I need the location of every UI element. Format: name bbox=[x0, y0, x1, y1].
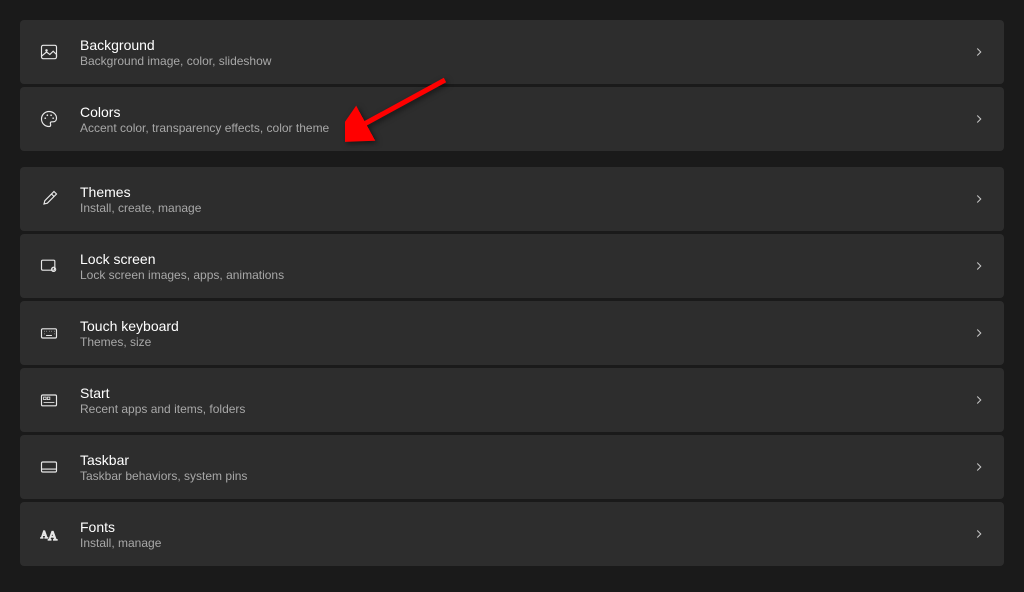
settings-item-title: Fonts bbox=[80, 519, 972, 535]
picture-icon bbox=[38, 41, 60, 63]
group-separator bbox=[20, 154, 1004, 164]
settings-item-fonts[interactable]: AA Fonts Install, manage bbox=[20, 502, 1004, 566]
settings-item-text: Themes Install, create, manage bbox=[80, 184, 972, 215]
chevron-right-icon bbox=[972, 259, 986, 273]
settings-item-text: Lock screen Lock screen images, apps, an… bbox=[80, 251, 972, 282]
settings-item-desc: Lock screen images, apps, animations bbox=[80, 268, 972, 282]
settings-item-desc: Install, manage bbox=[80, 536, 972, 550]
settings-item-text: Background Background image, color, slid… bbox=[80, 37, 972, 68]
chevron-right-icon bbox=[972, 460, 986, 474]
fonts-icon: AA bbox=[38, 523, 60, 545]
settings-item-text: Taskbar Taskbar behaviors, system pins bbox=[80, 452, 972, 483]
settings-item-desc: Background image, color, slideshow bbox=[80, 54, 972, 68]
chevron-right-icon bbox=[972, 192, 986, 206]
settings-item-desc: Themes, size bbox=[80, 335, 972, 349]
settings-item-title: Start bbox=[80, 385, 972, 401]
settings-item-text: Start Recent apps and items, folders bbox=[80, 385, 972, 416]
settings-item-taskbar[interactable]: Taskbar Taskbar behaviors, system pins bbox=[20, 435, 1004, 499]
chevron-right-icon bbox=[972, 393, 986, 407]
settings-item-background[interactable]: Background Background image, color, slid… bbox=[20, 20, 1004, 84]
settings-item-title: Background bbox=[80, 37, 972, 53]
palette-icon bbox=[38, 108, 60, 130]
chevron-right-icon bbox=[972, 45, 986, 59]
settings-item-title: Themes bbox=[80, 184, 972, 200]
settings-item-text: Fonts Install, manage bbox=[80, 519, 972, 550]
paintbrush-icon bbox=[38, 188, 60, 210]
settings-item-text: Colors Accent color, transparency effect… bbox=[80, 104, 972, 135]
settings-item-title: Lock screen bbox=[80, 251, 972, 267]
settings-item-title: Taskbar bbox=[80, 452, 972, 468]
settings-item-desc: Taskbar behaviors, system pins bbox=[80, 469, 972, 483]
lockscreen-icon bbox=[38, 255, 60, 277]
settings-item-themes[interactable]: Themes Install, create, manage bbox=[20, 167, 1004, 231]
settings-item-desc: Install, create, manage bbox=[80, 201, 972, 215]
settings-item-desc: Accent color, transparency effects, colo… bbox=[80, 121, 972, 135]
start-layout-icon bbox=[38, 389, 60, 411]
settings-item-lockscreen[interactable]: Lock screen Lock screen images, apps, an… bbox=[20, 234, 1004, 298]
settings-item-touchkeyboard[interactable]: Touch keyboard Themes, size bbox=[20, 301, 1004, 365]
chevron-right-icon bbox=[972, 326, 986, 340]
taskbar-icon bbox=[38, 456, 60, 478]
settings-item-title: Colors bbox=[80, 104, 972, 120]
settings-item-text: Touch keyboard Themes, size bbox=[80, 318, 972, 349]
settings-list: Background Background image, color, slid… bbox=[0, 0, 1024, 566]
svg-text:A: A bbox=[48, 529, 57, 543]
keyboard-icon bbox=[38, 322, 60, 344]
settings-item-start[interactable]: Start Recent apps and items, folders bbox=[20, 368, 1004, 432]
chevron-right-icon bbox=[972, 527, 986, 541]
settings-item-colors[interactable]: Colors Accent color, transparency effect… bbox=[20, 87, 1004, 151]
settings-item-title: Touch keyboard bbox=[80, 318, 972, 334]
settings-item-desc: Recent apps and items, folders bbox=[80, 402, 972, 416]
chevron-right-icon bbox=[972, 112, 986, 126]
